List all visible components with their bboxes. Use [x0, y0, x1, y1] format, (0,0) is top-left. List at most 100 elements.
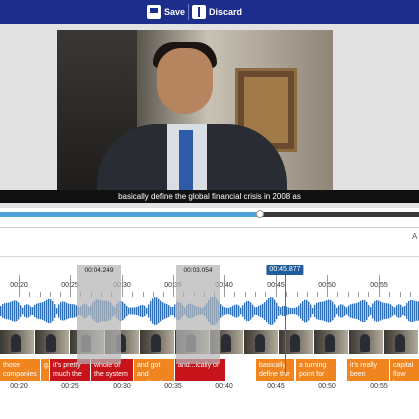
waveform-bar	[230, 306, 232, 316]
speaker-face	[157, 48, 213, 114]
waveform-bar	[388, 303, 390, 319]
waveform-bar	[374, 301, 376, 321]
cut-marker[interactable]: 00:03.054	[176, 265, 220, 364]
waveform-bar	[254, 307, 256, 315]
waveform-bar	[152, 298, 154, 324]
waveform-bar	[12, 300, 14, 322]
word-clip[interactable]: basically define the	[256, 359, 294, 381]
waveform-bar	[286, 306, 288, 316]
waveform-bar	[356, 302, 358, 320]
waveform-bar	[134, 307, 136, 315]
waveform-bar	[408, 300, 410, 322]
waveform-bar	[70, 304, 72, 318]
waveform-bar	[24, 305, 26, 317]
waveform-bar	[256, 307, 258, 315]
video-progress-handle[interactable]	[255, 210, 264, 218]
waveform-bar	[366, 301, 368, 321]
bottom-tick-label: 00:45	[267, 383, 285, 390]
waveform-bar	[338, 305, 340, 317]
waveform-bar	[358, 301, 360, 321]
ruler-tick-label: 00:50	[318, 282, 336, 289]
cut-marker-time: 00:03.054	[183, 267, 213, 274]
waveform-bar	[156, 297, 158, 325]
cut-marker-time: 00:04.249	[84, 267, 114, 274]
waveform-bar	[226, 307, 228, 315]
word-clip[interactable]: capital flow between	[390, 359, 419, 381]
waveform-bar	[34, 304, 36, 318]
waveform-bar	[242, 305, 244, 317]
word-clip[interactable]: those companies	[0, 359, 40, 381]
waveform-bar	[364, 300, 366, 322]
waveform-bar	[258, 305, 260, 317]
waveform-bar	[282, 305, 284, 317]
waveform-bar	[60, 302, 62, 320]
waveform-bar	[400, 304, 402, 318]
waveform-bar	[248, 300, 250, 322]
waveform-bar	[302, 301, 304, 321]
waveform-bar	[128, 307, 130, 315]
waveform-bar	[278, 306, 280, 316]
waveform-bar	[40, 302, 42, 320]
waveform-bar	[158, 298, 160, 324]
word-clip[interactable]: it's really been	[347, 359, 389, 381]
waveform-bar	[138, 306, 140, 316]
waveform-bar	[336, 307, 338, 315]
waveform-bar	[326, 300, 328, 322]
waveform-bar	[296, 307, 298, 315]
waveform-bar	[246, 300, 248, 322]
waveform-bar	[2, 304, 4, 318]
video-frame[interactable]	[57, 30, 333, 192]
waveform-bar	[398, 304, 400, 318]
waveform-bar	[20, 305, 22, 317]
word-clip[interactable]: g...	[41, 359, 49, 381]
waveform-bar	[10, 301, 12, 321]
discard-button[interactable]: Discard	[192, 3, 242, 20]
frame-thumbnail	[139, 330, 174, 354]
video-progress-fill	[0, 212, 260, 217]
waveform-bar	[224, 307, 226, 315]
waveform-bar	[36, 303, 38, 319]
save-icon	[147, 4, 161, 19]
waveform-bar	[318, 302, 320, 320]
waveform-bar	[28, 304, 30, 318]
playhead-time: 00:45.877	[266, 265, 304, 275]
waveform-bar	[32, 306, 34, 316]
waveform-bar	[220, 304, 222, 318]
waveform-bar	[346, 307, 348, 315]
word-clip[interactable]: and got and multinatio...	[134, 359, 174, 381]
cut-marker[interactable]: 00:04.249	[77, 265, 121, 364]
waveform-bar	[250, 302, 252, 320]
waveform-bar	[334, 304, 336, 318]
divider	[0, 256, 419, 257]
discard-label: Discard	[209, 6, 243, 17]
waveform-bar	[238, 305, 240, 317]
waveform-bar	[52, 300, 54, 322]
waveform-bar	[360, 300, 362, 322]
bottom-tick-label: 00:25	[61, 383, 79, 390]
waveform-bar	[268, 298, 270, 324]
waveform-bar	[380, 301, 382, 321]
waveform-bar	[4, 303, 6, 319]
waveform-bar	[44, 300, 46, 322]
waveform-bar	[402, 306, 404, 316]
waveform-bar	[312, 307, 314, 315]
waveform-bar	[72, 304, 74, 318]
waveform-bar	[154, 297, 156, 325]
waveform-bar	[292, 307, 294, 315]
waveform-bar	[14, 300, 16, 322]
waveform-bar	[148, 304, 150, 318]
video-progress-bar[interactable]	[0, 210, 419, 218]
timeline[interactable]: 00:20 00:25 00:30 00:35 00:40 00:45 00:50 00:55…	[0, 264, 419, 396]
waveform-bar	[310, 304, 312, 318]
waveform-bar	[270, 297, 272, 325]
save-button[interactable]: Save	[147, 3, 185, 20]
word-clip[interactable]: a turning point for	[296, 359, 336, 381]
waveform-bar	[124, 303, 126, 319]
frame-thumbnail	[0, 330, 34, 354]
waveform-bar	[150, 300, 152, 322]
waveform-bar	[122, 301, 124, 321]
waveform-bar	[46, 299, 48, 323]
waveform-bar	[164, 303, 166, 319]
waveform-bar	[38, 303, 40, 319]
playhead-line[interactable]	[285, 275, 286, 374]
